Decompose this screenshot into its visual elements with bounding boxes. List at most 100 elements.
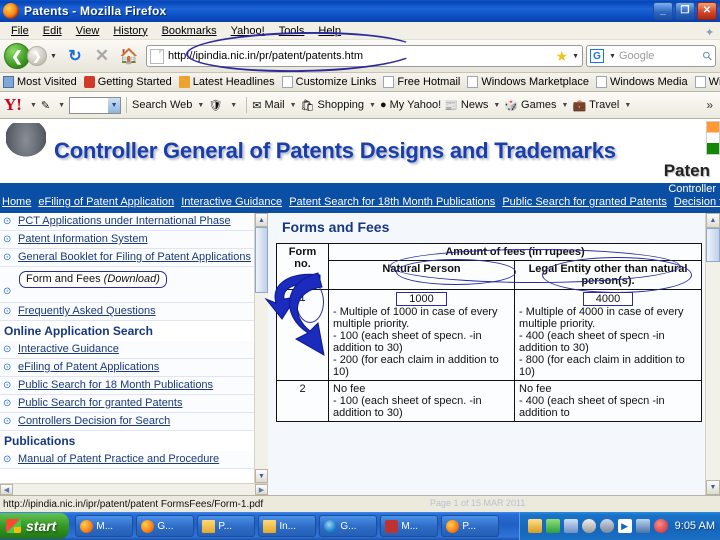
search-engine-dropdown-icon[interactable]: ▼ (609, 53, 616, 60)
taskbar-item-ie[interactable]: G... (319, 515, 378, 537)
yahoo-mail-dropdown-icon[interactable]: ▼ (290, 102, 297, 109)
yahoo-search-input[interactable]: ▼ (69, 96, 122, 114)
yahoo-logo-dropdown-icon[interactable]: ▼ (30, 102, 37, 109)
shield-icon[interactable] (545, 519, 560, 533)
yahoo-news-dropdown-icon[interactable]: ▼ (493, 102, 500, 109)
play-icon[interactable]: ▶ (617, 519, 632, 533)
scrollbar-thumb[interactable] (706, 228, 720, 262)
menu-history[interactable]: History (106, 25, 154, 37)
yahoo-logo-icon[interactable]: Y! (4, 95, 22, 115)
yahoo-pencil-dropdown-icon[interactable]: ▼ (58, 102, 65, 109)
yahoo-news-button[interactable]: 📰 News (444, 99, 488, 112)
taskbar-item-mozilla-1[interactable]: M... (75, 515, 134, 537)
sidebar-item-public-search-granted[interactable]: ⊙ Public Search for granted Patents (0, 395, 268, 413)
google-icon[interactable]: G (590, 49, 604, 63)
bookmark-windows-media[interactable]: Windows Media (595, 76, 688, 88)
start-button[interactable]: start (0, 513, 70, 539)
block-icon[interactable] (581, 519, 596, 533)
search-input[interactable]: Google (616, 50, 703, 62)
yahoo-mail-button[interactable]: ✉ Mail (252, 99, 284, 112)
sidebar-horizontal-scrollbar[interactable]: ◀ ▶ (0, 483, 268, 495)
nav-link-patent-search-18month[interactable]: Patent Search for 18th Month Publication… (289, 196, 495, 208)
menu-edit[interactable]: Edit (36, 25, 69, 37)
yahoo-games-button[interactable]: 🎲 Games (504, 99, 556, 112)
menu-overflow-icon[interactable]: ✦ (705, 26, 716, 39)
scroll-left-icon[interactable]: ◀ (0, 484, 13, 495)
search-bar[interactable]: G ▼ Google ⚲ (586, 45, 716, 67)
menu-tools[interactable]: Tools (272, 25, 312, 37)
nav-link-interactive-guidance[interactable]: Interactive Guidance (181, 196, 282, 208)
sidebar-item-faq[interactable]: ⊙ Frequently Asked Questions (0, 303, 268, 321)
yahoo-travel-dropdown-icon[interactable]: ▼ (624, 102, 631, 109)
sidebar-item-public-search-18-month[interactable]: ⊙ Public Search for 18 Month Publication… (0, 377, 268, 395)
taskbar-item-mozilla-2[interactable]: G... (136, 515, 195, 537)
bookmark-windows-marketplace[interactable]: Windows Marketplace (467, 76, 589, 88)
bookmark-windows[interactable]: Windows (694, 76, 720, 88)
sidebar-item-interactive-guidance[interactable]: ⊙ Interactive Guidance (0, 341, 268, 359)
nav-link-home[interactable]: Home (2, 196, 31, 208)
scroll-up-icon[interactable]: ▲ (706, 213, 720, 228)
form-and-fees-highlight[interactable]: Form and Fees (Download) (19, 271, 167, 288)
sidebar-item-general-booklet[interactable]: ⊙ General Booklet for Filing of Patent A… (0, 249, 268, 267)
menu-view[interactable]: View (69, 25, 107, 37)
bookmark-free-hotmail[interactable]: Free Hotmail (383, 76, 460, 88)
yahoo-shopping-dropdown-icon[interactable]: ▼ (369, 102, 376, 109)
nav-link-public-search-granted[interactable]: Public Search for granted Patents (502, 196, 666, 208)
main-vertical-scrollbar[interactable]: ▲ ▼ (705, 213, 720, 495)
sidebar-item-form-and-fees[interactable]: ⊙ Form and Fees (Download) (0, 267, 268, 303)
yahoo-overflow-button[interactable]: » (706, 98, 716, 112)
bookmark-star-icon[interactable]: ★ (556, 48, 569, 65)
sidebar-item-patent-information-system[interactable]: ⊙ Patent Information System (0, 231, 268, 249)
forward-button[interactable]: ❯ (27, 46, 47, 66)
yahoo-shopping-button[interactable]: 🛍 Shopping (301, 99, 364, 112)
nav-link-decisions[interactable]: Decision f (674, 196, 720, 208)
combo-dropdown-icon[interactable]: ▼ (108, 97, 121, 113)
taskbar-item-media[interactable]: M... (380, 515, 439, 537)
disc-icon[interactable] (599, 519, 614, 533)
scroll-down-icon[interactable]: ▼ (255, 469, 268, 483)
menu-help[interactable]: Help (311, 25, 348, 37)
menu-file[interactable]: File (4, 25, 36, 37)
menu-bookmarks[interactable]: Bookmarks (155, 25, 224, 37)
bookmark-latest-headlines[interactable]: Latest Headlines (178, 76, 275, 88)
yahoo-shield-button[interactable]: 🛡 (208, 99, 225, 112)
history-dropdown-icon[interactable]: ▼ (50, 53, 57, 60)
minimize-button[interactable]: _ (653, 2, 673, 20)
sidebar-vertical-scrollbar[interactable]: ▲ ▼ (254, 213, 268, 483)
taskbar-item-folder-2[interactable]: In... (258, 515, 317, 537)
sidebar-item-manual-patent-practice[interactable]: ⊙ Manual of Patent Practice and Procedur… (0, 451, 268, 469)
update-icon[interactable] (527, 519, 542, 533)
network-icon[interactable] (563, 519, 578, 533)
yahoo-shield-dropdown-icon[interactable]: ▼ (230, 102, 237, 109)
home-button[interactable]: 🏠 (117, 47, 141, 65)
taskbar-item-mozilla-3[interactable]: P... (441, 515, 500, 537)
nav-link-efiling[interactable]: eFiling of Patent Application (38, 196, 174, 208)
bookmark-most-visited[interactable]: Most Visited (3, 76, 77, 88)
reload-button[interactable]: ↻ (64, 46, 86, 66)
close-button[interactable]: ✕ (697, 2, 717, 20)
taskbar-clock[interactable]: 9:05 AM (675, 520, 715, 532)
yahoo-pencil-button[interactable]: ✎ (41, 99, 53, 112)
yahoo-travel-button[interactable]: 💼 Travel (572, 99, 619, 112)
scroll-up-icon[interactable]: ▲ (255, 213, 268, 227)
sidebar-item-pct-applications[interactable]: ⊙ PCT Applications under International P… (0, 213, 268, 231)
address-dropdown-icon[interactable]: ▼ (572, 53, 579, 60)
yahoo-games-dropdown-icon[interactable]: ▼ (562, 102, 569, 109)
address-bar[interactable]: http://ipindia.nic.in/pr/patent/patents.… (145, 45, 583, 67)
bookmark-getting-started[interactable]: Getting Started (83, 76, 172, 88)
menu-yahoo[interactable]: Yahoo! (224, 25, 272, 37)
yahoo-my-yahoo-button[interactable]: ● My Yahoo! (380, 99, 441, 111)
maximize-button[interactable]: ❐ (675, 2, 695, 20)
yahoo-search-dropdown-icon[interactable]: ▼ (197, 102, 204, 109)
bookmark-customize-links[interactable]: Customize Links (281, 76, 376, 88)
security-icon[interactable] (653, 519, 668, 533)
taskbar-item-folder-1[interactable]: P... (197, 515, 256, 537)
scrollbar-thumb[interactable] (255, 227, 268, 293)
yahoo-search-web-button[interactable]: Search Web (132, 99, 192, 111)
scroll-right-icon[interactable]: ▶ (255, 484, 268, 495)
scroll-down-icon[interactable]: ▼ (706, 480, 720, 495)
stop-button[interactable]: ✕ (91, 46, 113, 66)
monitor-icon[interactable] (635, 519, 650, 533)
sidebar-item-controllers-decision[interactable]: ⊙ Controllers Decision for Search (0, 413, 268, 431)
sidebar-item-efiling-patent-applications[interactable]: ⊙ eFiling of Patent Applications (0, 359, 268, 377)
